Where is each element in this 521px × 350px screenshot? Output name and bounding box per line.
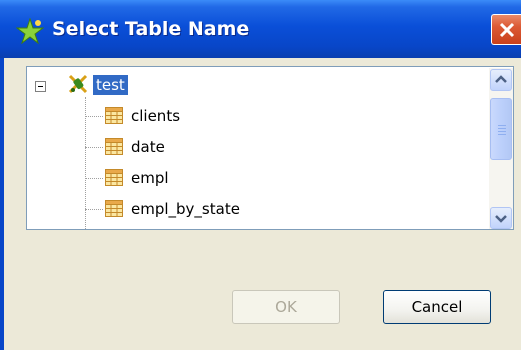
tree-item-label: empl xyxy=(131,169,169,187)
table-icon xyxy=(105,169,123,186)
tree-item-empl-by-state[interactable]: empl_by_state xyxy=(85,197,385,221)
tree-item-employees[interactable]: employees xyxy=(85,228,385,229)
chevron-up-icon xyxy=(495,75,507,83)
scroll-up-button[interactable] xyxy=(490,69,512,91)
star-icon xyxy=(16,18,44,44)
ok-button[interactable]: OK xyxy=(232,290,340,324)
tree-item-label: empl_by_state xyxy=(131,200,240,218)
dialog-title: Select Table Name xyxy=(52,18,250,40)
cancel-button[interactable]: Cancel xyxy=(383,290,491,324)
table-icon xyxy=(105,138,123,155)
close-icon xyxy=(499,22,515,38)
tree-connector xyxy=(85,147,103,148)
grip-line xyxy=(498,134,506,135)
tree-item-clients[interactable]: clients xyxy=(85,104,385,128)
grip-line xyxy=(498,128,506,129)
collapse-icon[interactable] xyxy=(35,81,46,92)
tree-item-label: date xyxy=(131,138,165,156)
connection-plug-icon xyxy=(68,74,88,94)
vertical-scrollbar[interactable] xyxy=(489,68,513,229)
tree-item-label: clients xyxy=(131,107,181,125)
close-button[interactable] xyxy=(491,14,521,45)
table-icon xyxy=(105,107,123,124)
tree-connector xyxy=(85,116,103,117)
grip-line xyxy=(498,125,506,126)
table-icon xyxy=(105,200,123,217)
tree-connector xyxy=(85,178,103,179)
window-border xyxy=(0,58,4,350)
tree-root-label[interactable]: test xyxy=(93,75,128,95)
table-tree[interactable]: test clients date empl empl_by_state xyxy=(26,66,514,230)
tree-item-empl[interactable]: empl xyxy=(85,166,385,190)
scroll-thumb[interactable] xyxy=(490,98,512,160)
title-bar[interactable]: Select Table Name xyxy=(0,0,521,58)
chevron-down-icon xyxy=(495,215,507,223)
tree-item-date[interactable]: date xyxy=(85,135,385,159)
scroll-down-button[interactable] xyxy=(490,207,512,229)
grip-line xyxy=(498,131,506,132)
tree-root-row[interactable]: test xyxy=(27,67,487,95)
tree-connector xyxy=(85,209,103,210)
